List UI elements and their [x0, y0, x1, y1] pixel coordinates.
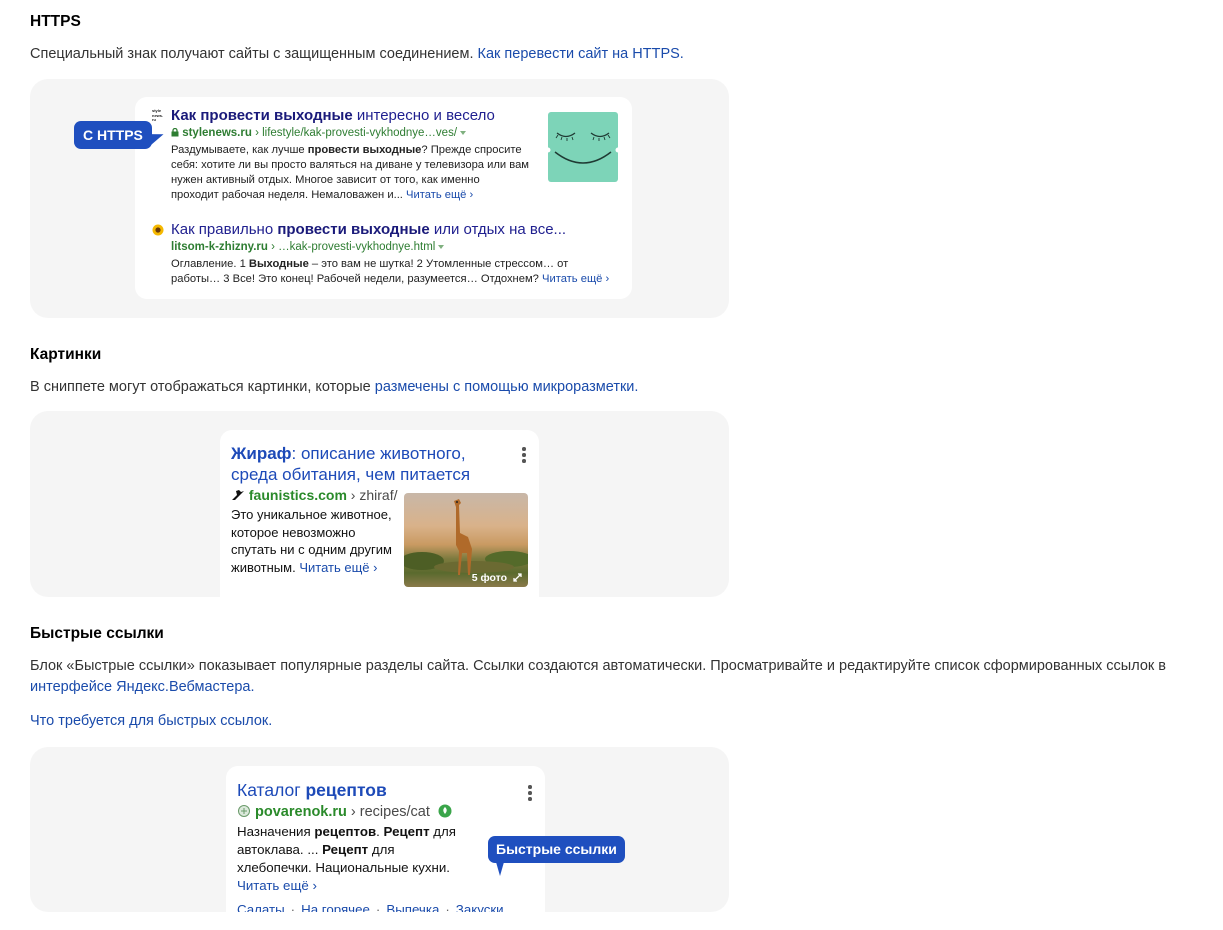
stylenews-favicon: style news. ru — [152, 108, 164, 122]
result1-url[interactable]: stylenews.ru › lifestyle/kak-provesti-vy… — [171, 126, 467, 141]
giraffe-snippet-card: Жираф: описание животного, среда обитани… — [220, 430, 539, 597]
https-snippet-card: style news. ru Как провести выходные инт… — [135, 97, 632, 299]
result2-text: Оглавление. 1 Выходные – это вам не шутк… — [171, 258, 610, 285]
https-description: Специальный знак получают сайты с защище… — [30, 46, 684, 62]
url-menu-arrow-icon[interactable] — [460, 130, 467, 135]
quicklinks-requirements: Что требуется для быстрых ссылок. — [30, 711, 272, 732]
giraffe-photo[interactable]: 5 фото — [404, 493, 528, 587]
recipes-text: Назначения рецептов. Рецепт для автоклав… — [237, 824, 457, 893]
result1-text: Раздумываете, как лучше провести выходны… — [171, 144, 529, 201]
quicklinks-requirements-link[interactable]: Что требуется для быстрых ссылок. — [30, 713, 272, 729]
quicklinks-description: Блок «Быстрые ссылки» показывает популяр… — [30, 658, 1166, 695]
giraffe-url[interactable]: faunistics.com › zhiraf/ — [231, 486, 398, 504]
quicklinks-heading: Быстрые ссылки — [30, 625, 164, 642]
images-heading: Картинки — [30, 346, 102, 363]
giraffe-read-more-link[interactable]: Читать ещё › — [299, 560, 377, 575]
webmaster-interface-link[interactable]: интерфейсе Яндекс.Вебмастера. — [30, 679, 254, 695]
quick-link-hot-dishes[interactable]: На горячее — [301, 902, 370, 912]
quicklinks-example-panel: Каталог рецептов povarenok.ru › recipes/… — [30, 747, 729, 912]
result2-title[interactable]: Как правильно провести выходные или отды… — [171, 221, 566, 239]
https-heading: HTTPS — [30, 13, 81, 30]
quicklinks-badge: Быстрые ссылки — [488, 836, 625, 863]
more-options-icon[interactable] — [522, 447, 526, 465]
quick-link-snacks[interactable]: Закуски — [456, 902, 504, 912]
microdata-link[interactable]: размечены с помощью микроразметки. — [375, 379, 639, 395]
https-guide-link[interactable]: Как перевести сайт на HTTPS. — [478, 46, 684, 62]
url-menu-arrow-icon[interactable] — [438, 244, 445, 249]
expand-icon — [513, 573, 522, 582]
images-description: В сниппете могут отображаться картинки, … — [30, 379, 639, 395]
quick-links-row: Салаты · На горячее · Выпечка · Закуски — [237, 902, 504, 912]
https-example-panel: style news. ru Как провести выходные инт… — [30, 79, 729, 318]
result2-read-more-link[interactable]: Читать ещё › — [542, 273, 609, 285]
faunistics-favicon-icon — [232, 490, 244, 500]
result2-url[interactable]: litsom-k-zhizny.ru › …kak-provesti-vykho… — [171, 240, 445, 255]
result1-title[interactable]: Как провести выходные интересно и весело — [171, 107, 495, 125]
smiling-face-icon — [545, 132, 621, 164]
quick-link-baking[interactable]: Выпечка — [386, 902, 439, 912]
recipes-read-more-link[interactable]: Читать ещё › — [237, 878, 317, 893]
recipes-url[interactable]: povarenok.ru › recipes/cat — [237, 803, 452, 821]
lock-icon — [171, 127, 179, 137]
https-badge: С HTTPS — [74, 121, 152, 149]
sunflower-favicon-icon — [152, 223, 164, 236]
more-options-icon[interactable] — [528, 785, 532, 803]
recipes-title[interactable]: Каталог рецептов — [237, 779, 387, 801]
quick-link-salads[interactable]: Салаты — [237, 902, 285, 912]
giraffe-title[interactable]: Жираф: описание животного, среда обитани… — [231, 443, 501, 485]
quicklinks-badge-pointer — [496, 862, 504, 876]
images-example-panel: Жираф: описание животного, среда обитани… — [30, 411, 729, 597]
photo-count: 5 фото — [472, 572, 522, 584]
result1-thumbnail[interactable] — [545, 112, 621, 182]
verified-site-icon — [438, 804, 452, 818]
result1-read-more-link[interactable]: Читать ещё › — [406, 189, 473, 201]
povarenok-favicon-icon — [238, 805, 250, 817]
giraffe-text: Это уникальное животное, которое невозмо… — [231, 507, 392, 575]
